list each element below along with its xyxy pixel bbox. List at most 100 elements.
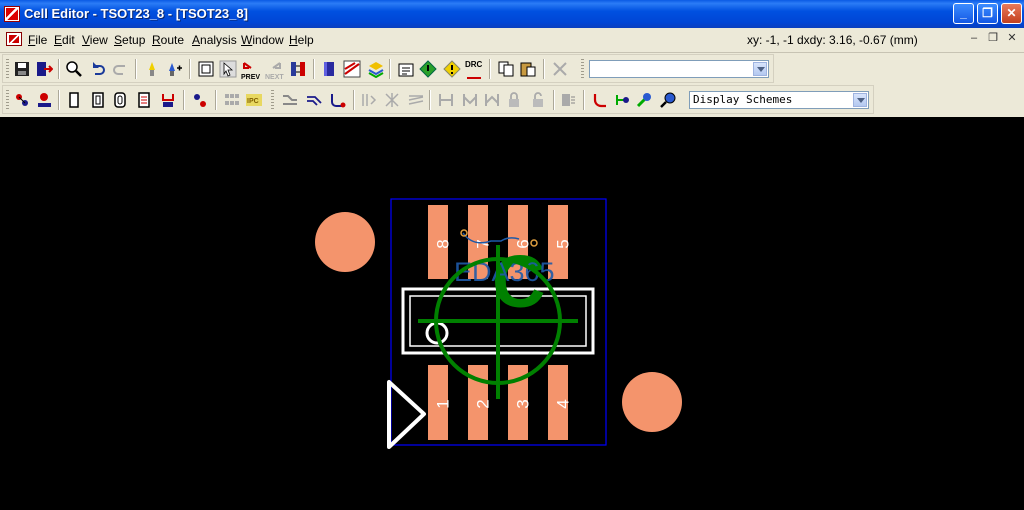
tooling-hole[interactable] [622,372,682,432]
close-button[interactable]: ✕ [1001,3,1022,24]
gloss-icon [362,94,377,106]
toolbar-separator [353,90,355,110]
paste-icon[interactable] [519,60,537,78]
maximize-button[interactable]: ❐ [977,3,998,24]
fanout-icon[interactable] [305,91,323,109]
app-icon[interactable] [4,6,20,22]
menu-edit[interactable]: Edit [54,33,75,47]
drc-button[interactable]: DRC [465,60,483,79]
menu-route[interactable]: Route [152,33,184,47]
net-highlight-icon[interactable] [635,91,653,109]
toolbar-separator [215,90,217,110]
zoom-icon[interactable] [65,60,83,78]
display-schemes-combo[interactable]: Display Schemes [689,91,869,109]
design-canvas[interactable]: 8 7 6 5 1 2 3 4 C EDA365 [0,117,1024,510]
via-icon [439,94,453,106]
diamond-check-icon[interactable] [419,60,437,78]
pad-rect-icon[interactable] [65,91,83,109]
pin-label-2: 2 [474,399,493,408]
toolbar-separator [553,90,555,110]
unhighlight-icon[interactable] [165,60,183,78]
pad-stack-icon[interactable] [135,91,153,109]
array-icon [225,94,239,105]
toolbar-separator [543,59,545,79]
layer-icon[interactable] [321,60,339,78]
route-icon[interactable] [329,91,347,109]
delete-icon [553,62,567,76]
undo-icon[interactable] [89,60,107,78]
swap-pins-icon[interactable] [289,60,307,78]
move-icon[interactable] [191,91,209,109]
pad-square-icon[interactable] [89,91,107,109]
edit-toolbar: IPC Display Schemes [2,85,874,114]
mdi-minimize-button[interactable]: – [966,32,982,46]
menu-bar: File Edit View Setup Route Analysis Wind… [0,28,1024,53]
menu-setup[interactable]: Setup [114,33,145,47]
mdi-restore-button[interactable]: ❐ [985,32,1001,46]
next-button: NEXT [265,60,284,81]
toolbar-separator [58,90,60,110]
route-toggle-icon[interactable] [343,60,361,78]
probe-icon[interactable] [613,91,631,109]
pin-swap-icon[interactable] [159,91,177,109]
pad-round-icon[interactable] [111,91,129,109]
toolbar-separator [429,90,431,110]
toolbar-separator [313,59,315,79]
drc-underline-icon [467,77,481,79]
trace-icon [283,95,297,105]
footprint-drawing[interactable]: 8 7 6 5 1 2 3 4 C EDA365 [0,117,1024,510]
document-icon[interactable] [6,32,22,46]
pin-label-3: 3 [514,399,533,408]
pin-label-8: 8 [434,239,453,248]
window-title: Cell Editor - TSOT23_8 - [TSOT23_8] [24,6,248,21]
next-arrow-icon [272,62,281,69]
chevron-down-icon[interactable] [753,62,767,76]
svg-text:IPC: IPC [247,98,259,105]
warning-icon[interactable] [443,60,461,78]
find-net-icon[interactable] [659,91,677,109]
chevron-down-icon[interactable] [853,93,867,107]
fit-view-icon[interactable] [197,60,215,78]
stack-icon [562,94,575,106]
toolbar-grip[interactable] [6,59,9,79]
toolbar-grip[interactable] [271,90,274,110]
tooling-hole[interactable] [315,212,375,272]
highlight-icon[interactable] [143,60,161,78]
place-icon[interactable] [35,91,53,109]
via-plus-icon [463,94,477,106]
toolbar-separator [135,59,137,79]
via-minus-icon [485,94,499,106]
drc-label: DRC [465,60,483,69]
menu-window[interactable]: Window [241,33,284,47]
pin-label-1: 1 [434,399,453,408]
menu-help[interactable]: Help [289,33,314,47]
menu-file[interactable]: File [28,33,47,47]
watermark-text: EDA365 [454,257,555,287]
net-select-combo[interactable] [589,60,769,78]
mdi-close-button[interactable]: ✕ [1004,32,1020,46]
lock-icon [509,92,519,107]
previous-button[interactable]: PREV [241,60,260,81]
pin-label-4: 4 [554,399,573,408]
arc-route-icon[interactable] [591,91,609,109]
toolbar-grip[interactable] [6,90,9,110]
menu-view[interactable]: View [82,33,108,47]
title-bar[interactable]: Cell Editor - TSOT23_8 - [TSOT23_8] _ ❐ … [0,0,1024,28]
save-icon[interactable] [13,60,31,78]
tune-icon [385,93,399,107]
copy-icon[interactable] [497,60,515,78]
redo-icon [113,65,125,75]
toolbar-separator [58,59,60,79]
toolbar-separator [183,90,185,110]
properties-icon[interactable] [397,60,415,78]
ipc-icon[interactable]: IPC [245,91,263,109]
unlock-icon [533,92,543,107]
toolbar-grip[interactable] [581,59,584,79]
select-arrow-icon[interactable] [219,60,237,78]
minimize-button[interactable]: _ [953,3,974,24]
add-part-icon[interactable] [13,91,31,109]
menu-analysis[interactable]: Analysis [192,33,237,47]
display-colors-icon[interactable] [367,60,385,78]
exit-icon[interactable] [35,60,53,78]
previous-arrow-icon [243,62,252,69]
